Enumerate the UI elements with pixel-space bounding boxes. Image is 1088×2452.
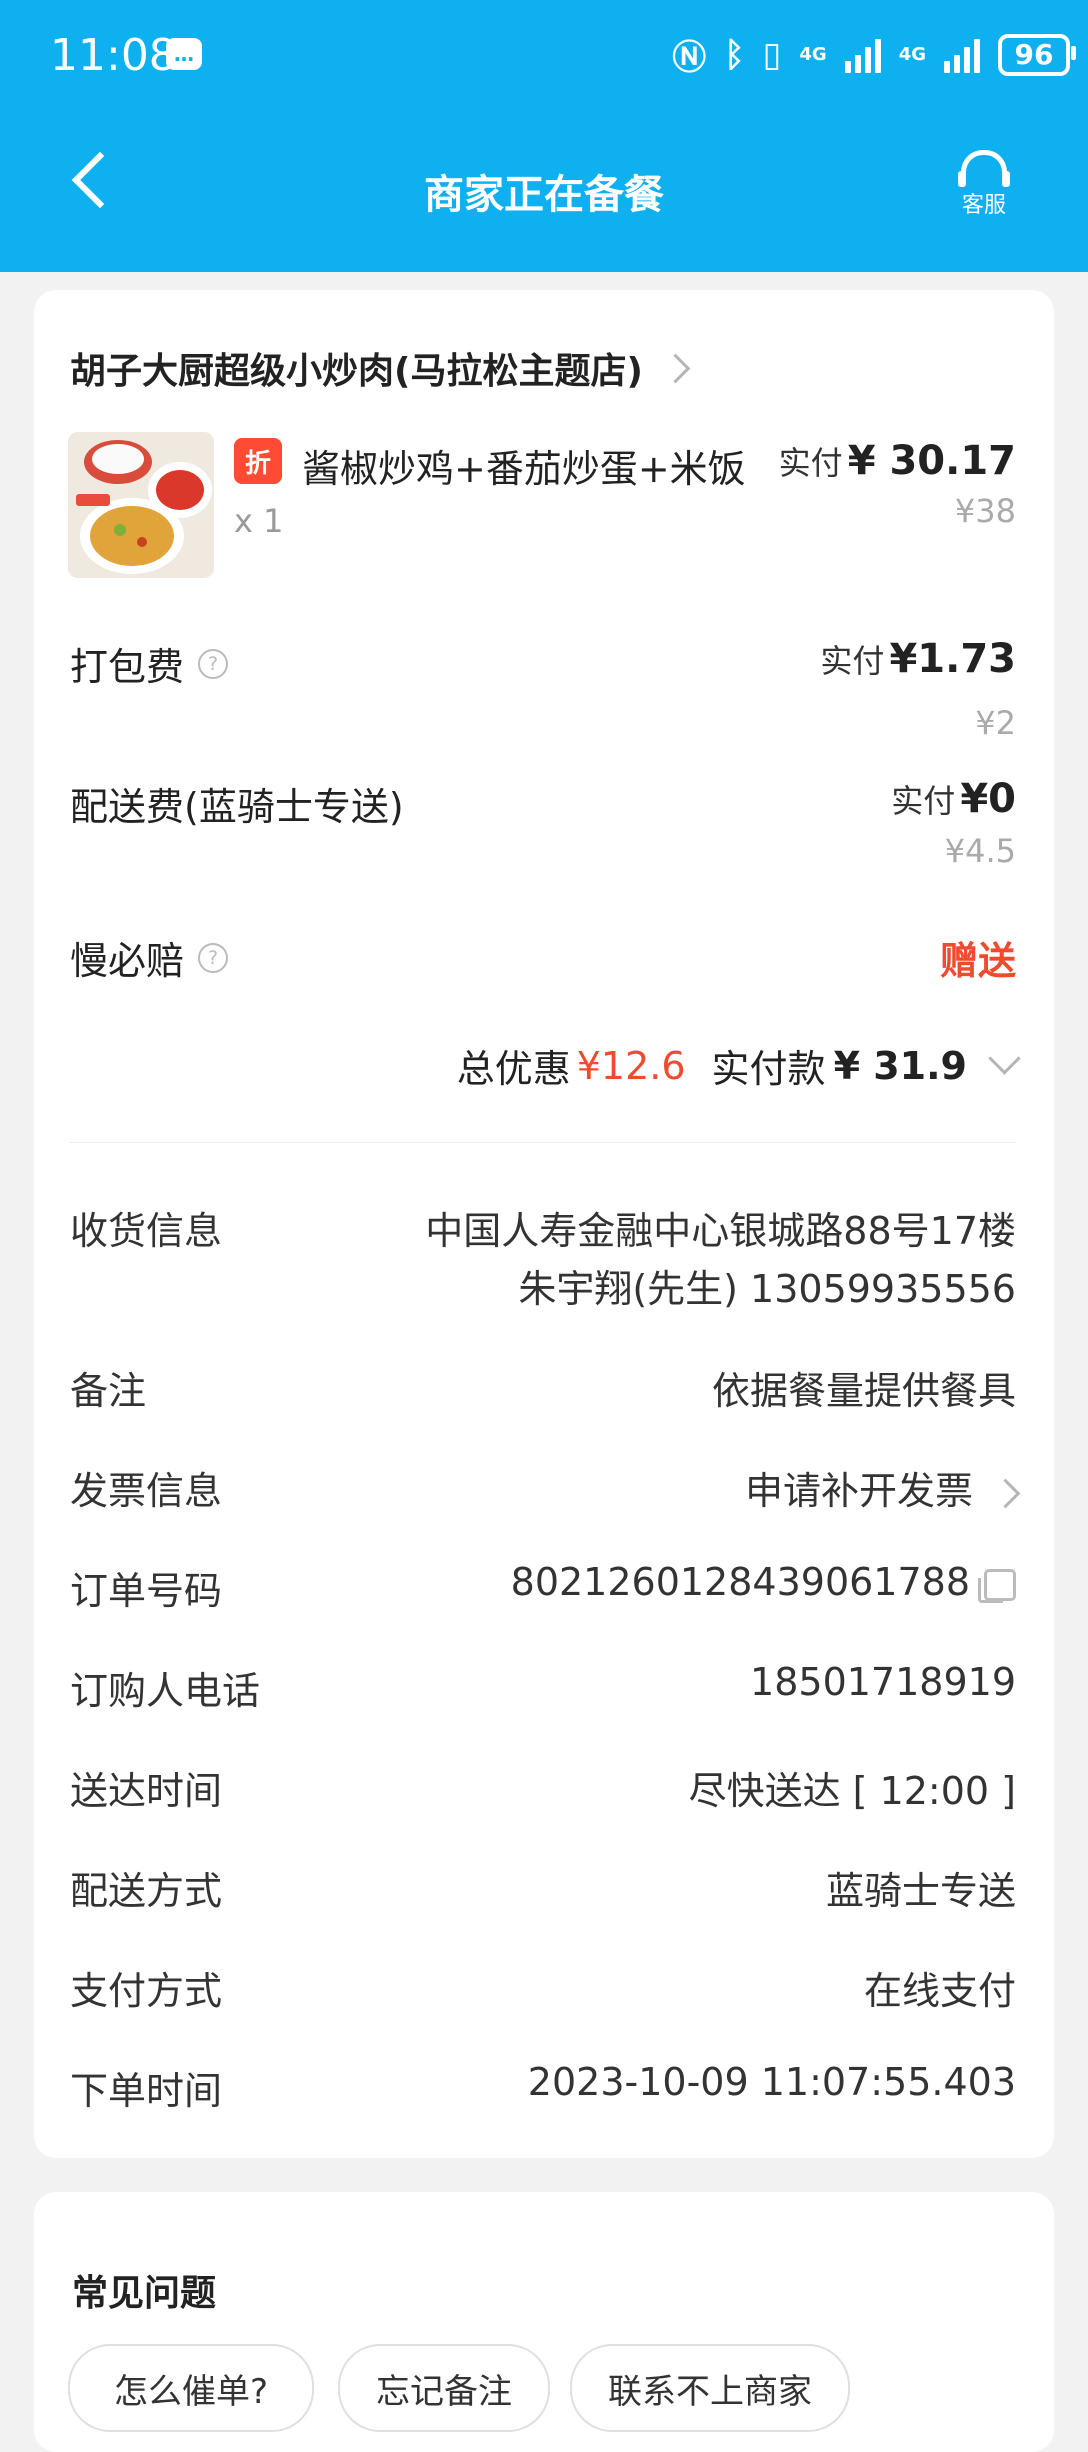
item-paid-value: ¥ 30.17 — [847, 438, 1016, 484]
order-card: 胡子大厨超级小炒肉(马拉松主题店) 折 酱椒炒鸡+番茄炒蛋+米饭 x 1 实付 … — [34, 290, 1054, 2158]
status-time: 11:08 — [50, 30, 177, 81]
item-original-price: ¥38 — [954, 492, 1016, 530]
item-paid: 实付 ¥ 30.17 — [779, 438, 1016, 484]
order-no-value: 8021260128439061788 — [510, 1560, 970, 1604]
shop-link[interactable]: 胡子大厨超级小炒肉(马拉松主题店) — [70, 342, 691, 394]
delivery-time-label: 送达时间 — [70, 1769, 223, 1813]
network-label-1: 4G — [799, 44, 827, 65]
delivery-method-value: 蓝骑士专送 — [825, 1869, 1016, 1913]
packing-fee-label: 打包费 ? — [70, 636, 229, 691]
receiver-contact: 朱宇翔(先生) 13059935556 — [518, 1267, 1016, 1311]
chevron-right-icon — [660, 353, 691, 383]
payment-method-value: 在线支付 — [863, 1969, 1016, 2013]
delivery-paid-value: ¥0 — [960, 776, 1016, 822]
order-time-value: 2023-10-09 11:07:55.403 — [527, 2060, 1016, 2104]
discount-badge: 折 — [234, 438, 282, 484]
packing-paid-value: ¥1.73 — [889, 636, 1016, 682]
delivery-fee-text: 配送费(蓝骑士专送) — [70, 785, 404, 829]
item-name: 酱椒炒鸡+番茄炒蛋+米饭 — [302, 447, 746, 491]
order-time-label: 下单时间 — [70, 2069, 223, 2113]
delivery-fee-paid: 实付 ¥0 — [891, 776, 1016, 822]
faq-chip[interactable]: 怎么催单? — [68, 2344, 314, 2432]
discount-value: ¥12.6 — [576, 1043, 686, 1088]
status-icons: Ⓝ ᛒ ▯ 4G 4G 96 — [672, 30, 1076, 79]
delivery-fee-original: ¥4.5 — [944, 832, 1016, 870]
note-label: 备注 — [70, 1369, 147, 1413]
copy-icon[interactable] — [978, 1568, 1016, 1603]
headset-icon — [958, 150, 1010, 187]
slow-comp-value: 赠送 — [939, 939, 1016, 983]
signal-icon-2 — [944, 37, 980, 73]
total-paid-label: 实付款 — [711, 1047, 826, 1091]
bluetooth-icon: ᛒ — [724, 34, 745, 75]
help-icon[interactable]: ? — [198, 942, 229, 973]
page-title: 商家正在备餐 — [424, 172, 664, 218]
nfc-icon: Ⓝ — [672, 38, 707, 78]
order-summary[interactable]: 总优惠 ¥12.6 实付款 ¥ 31.9 — [456, 1038, 1021, 1093]
invoice-link[interactable]: 申请补开发票 — [744, 1460, 1021, 1515]
buyer-phone-label: 订购人电话 — [70, 1669, 261, 1713]
shop-name: 胡子大厨超级小炒肉(马拉松主题店) — [70, 351, 643, 392]
vibrate-icon: ▯ — [762, 34, 782, 75]
buyer-phone-value: 18501718919 — [750, 1660, 1016, 1704]
invoice-label: 发票信息 — [70, 1469, 223, 1513]
order-no-label: 订单号码 — [70, 1569, 223, 1613]
total-paid-value: ¥ 31.9 — [833, 1043, 967, 1088]
discount-label: 总优惠 — [456, 1047, 571, 1091]
network-label-2: 4G — [898, 44, 926, 65]
food-illustration — [68, 432, 214, 578]
divider — [70, 1142, 1016, 1143]
battery-icon: 96 — [998, 33, 1076, 76]
item-quantity: x 1 — [234, 502, 284, 540]
receiver-label: 收货信息 — [70, 1209, 223, 1253]
faq-chip[interactable]: 忘记备注 — [338, 2344, 550, 2432]
packing-fee-original: ¥2 — [975, 704, 1016, 742]
payment-method-label: 支付方式 — [70, 1969, 223, 2013]
header: 11:08 … Ⓝ ᛒ ▯ 4G 4G 96 商家正在备餐 客服 — [0, 0, 1088, 272]
packing-paid-label: 实付 — [820, 642, 885, 680]
delivery-paid-label: 实付 — [891, 782, 956, 820]
help-icon[interactable]: ? — [198, 648, 229, 679]
delivery-method-label: 配送方式 — [70, 1869, 223, 1913]
packing-fee-text: 打包费 — [70, 645, 185, 689]
receiver-address: 中国人寿金融中心银城路88号17楼 — [425, 1209, 1016, 1253]
food-image[interactable] — [68, 432, 214, 578]
slow-comp-text: 慢必赔 — [70, 939, 185, 983]
packing-fee-paid: 实付 ¥1.73 — [820, 636, 1016, 682]
faq-title: 常见问题 — [72, 2273, 217, 2314]
invoice-value: 申请补开发票 — [744, 1469, 973, 1513]
battery-level: 96 — [1014, 38, 1054, 71]
customer-service-button[interactable]: 客服 — [938, 150, 1030, 219]
chevron-right-icon — [990, 1478, 1021, 1509]
chevron-down-icon — [988, 1042, 1021, 1075]
faq-card: 常见问题 怎么催单? 忘记备注 联系不上商家 — [34, 2192, 1054, 2452]
note-value: 依据餐量提供餐具 — [711, 1369, 1016, 1413]
delivery-time-value: 尽快送达 [ 12:00 ] — [688, 1769, 1016, 1813]
order-no: 8021260128439061788 — [511, 1560, 1016, 1604]
item-paid-label: 实付 — [778, 444, 843, 482]
customer-service-label: 客服 — [961, 193, 1006, 218]
message-icon: … — [166, 38, 202, 70]
slow-comp-label: 慢必赔 ? — [70, 930, 229, 985]
faq-chip[interactable]: 联系不上商家 — [570, 2344, 850, 2432]
signal-icon — [844, 37, 881, 73]
delivery-fee-label: 配送费(蓝骑士专送) — [70, 776, 404, 831]
